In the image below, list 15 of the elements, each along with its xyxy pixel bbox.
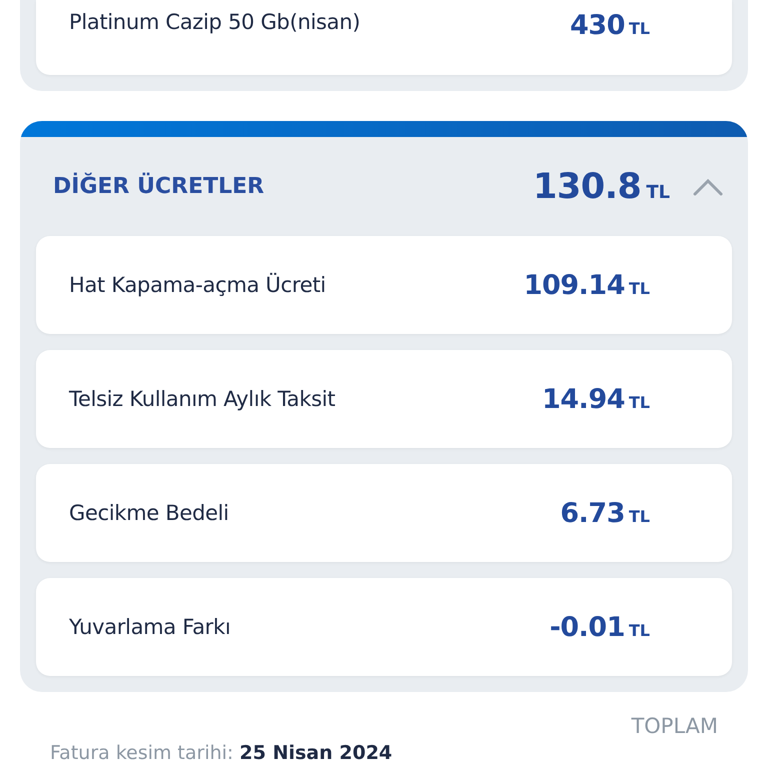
amount: 6.73 TL <box>560 498 650 528</box>
amount: -0.01 TL <box>550 612 650 642</box>
amount: 430 TL <box>570 10 650 41</box>
charge-name: Gecikme Bedeli <box>69 501 230 525</box>
invoice-date: Fatura kesim tarihi: 25 Nisan 2024 <box>50 742 394 764</box>
amount: 14.94 TL <box>542 384 650 414</box>
charge-name: Telsiz Kullanım Aylık Taksit <box>69 387 336 411</box>
charge-name: Platinum Cazip 50 Gb(nisan) <box>69 10 362 34</box>
total-label: TOPLAM <box>631 714 718 738</box>
section-total: 130.8 TL <box>533 166 670 206</box>
charge-name: Yuvarlama Farkı <box>69 615 232 639</box>
chevron-up-icon[interactable] <box>692 176 724 196</box>
section-title: DİĞER ÜCRETLER <box>53 174 266 199</box>
amount: 109.14 TL <box>524 270 650 300</box>
charge-name: Hat Kapama-açma Ücreti <box>69 273 327 297</box>
